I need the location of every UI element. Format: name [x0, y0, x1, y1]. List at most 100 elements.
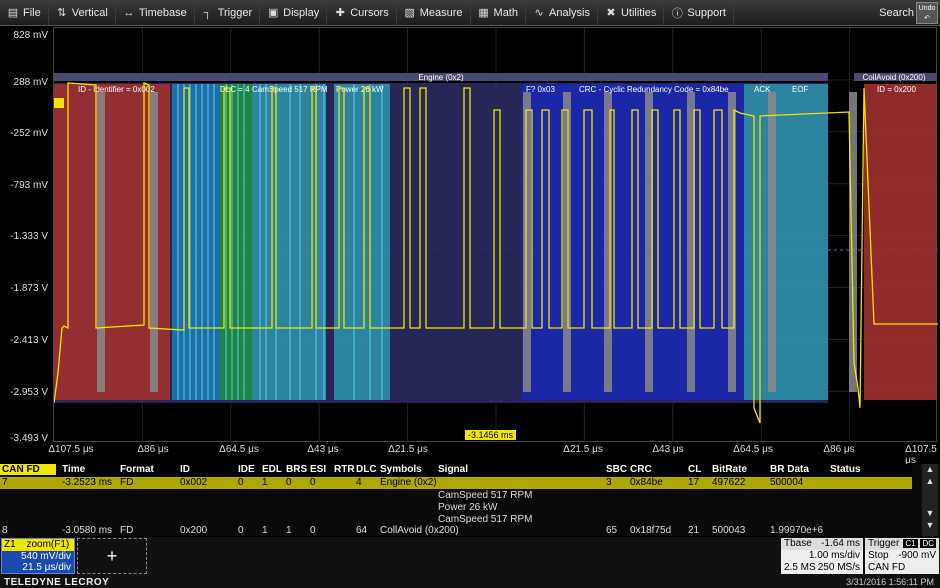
math-icon: ▦	[478, 7, 489, 19]
menu-label: File	[23, 6, 41, 19]
timebase-descriptor[interactable]: Tbase -1.64 ms 1.00 ms/div 2.5 MS 250 MS…	[781, 538, 863, 574]
table-header-row[interactable]: CAN FD Time Format ID IDE EDL BRS ESI RTR DLC Symb…	[0, 464, 912, 476]
scroll-down-icon-2[interactable]: ▼	[922, 508, 938, 518]
table-cell: CL	[688, 464, 702, 475]
tbase-row3: 2.5 MS 250 MS/s	[781, 562, 863, 574]
menu-file[interactable]: ▤ File	[0, 0, 49, 26]
stuff-bit-bar	[768, 92, 776, 392]
table-cell: 17	[688, 477, 700, 488]
trigger-label: Trigger	[868, 538, 900, 549]
table-cell: BR Data	[770, 464, 809, 475]
trigger-time-marker[interactable]: -3.1456 ms	[465, 430, 517, 440]
menu-cursors[interactable]: ✚ Cursors	[327, 0, 397, 26]
zoom-tdiv: 21.5 μs/div	[22, 562, 71, 573]
table-cell: 4	[356, 477, 362, 488]
trigger-row3: CAN FD	[865, 562, 939, 574]
trace-z1-marker	[54, 98, 64, 108]
x-tick-label: Δ86 μs	[823, 444, 855, 455]
add-trace-button[interactable]: +	[77, 538, 147, 574]
trigger-mode: Stop	[868, 550, 889, 561]
x-axis-labels: Δ107.5 μs Δ86 μs Δ64.5 μs Δ43 μs Δ21.5 μs Δ21…	[48, 444, 937, 466]
trigger-header: Trigger C1 DC	[865, 538, 939, 550]
table-cell: Time	[62, 464, 86, 475]
trigger-type: CAN FD	[868, 562, 906, 573]
stuff-bit-bar	[563, 92, 571, 392]
menu-support[interactable]: ⓘ Support	[664, 0, 734, 26]
undo-label: Undo	[918, 5, 936, 12]
eof-label: EOF	[792, 85, 809, 94]
trigger-channel-badge: C1	[903, 539, 918, 548]
y-tick-label: -2.953 V	[10, 387, 48, 398]
table-cell: 1.99970e+6	[770, 525, 824, 536]
x-tick-label: Δ64.5 μs	[219, 444, 259, 455]
table-cell: 0	[286, 477, 292, 488]
search-button[interactable]: Search	[879, 7, 914, 19]
table-cell: 500004	[770, 477, 804, 488]
table-cell: 7	[2, 477, 8, 488]
y-tick-label: -2.413 V	[10, 335, 48, 346]
tbase-rate: 250 MS/s	[817, 562, 860, 573]
table-cell: 64	[356, 525, 368, 536]
menu-timebase[interactable]: ↔ Timebase	[116, 0, 195, 26]
power-label: Power 26 kW	[336, 85, 384, 94]
table-cell: BitRate	[712, 464, 748, 475]
table-cell: Engine (0x2)	[380, 477, 437, 488]
table-cell: 0x18f75d	[630, 525, 672, 536]
signal-value: Power 26 kW	[438, 502, 498, 513]
menu-analysis[interactable]: ∿ Analysis	[526, 0, 598, 26]
waveform-plot[interactable]: Engine (0x2) CollAvoid (0x200) ID - Identi…	[53, 27, 938, 443]
table-cell: 0	[310, 525, 316, 536]
table-cell: Status	[830, 464, 861, 475]
table-scrollbar[interactable]: ▲ ▲ ▼ ▼	[922, 464, 938, 536]
menu-label: Measure	[419, 6, 463, 19]
ack-field	[744, 84, 828, 400]
id2-label: ID = 0x200	[877, 85, 916, 94]
table-cell: FD	[120, 477, 134, 488]
trigger-icon: ┐	[203, 6, 212, 19]
table-cell: -3.2523 ms	[62, 477, 113, 488]
frame-collavoid-label: CollAvoid (0x200)	[863, 73, 926, 82]
table-cell: RTR	[334, 464, 355, 475]
table-cell: SBC	[606, 464, 628, 475]
scroll-down-icon[interactable]: ▲	[922, 476, 938, 486]
table-row[interactable]: 7 -3.2523 ms FD 0x002 0 1 0 0 4 Engine (0x2) 3 0x84…	[0, 477, 912, 489]
table-cell: DLC	[356, 464, 377, 475]
scroll-bottom-icon[interactable]: ▼	[922, 520, 938, 530]
table-cell: FD	[120, 525, 134, 536]
camspeed-field	[252, 84, 326, 400]
x-tick-label: Δ43 μs	[652, 444, 684, 455]
stuff-bit-bar	[728, 92, 736, 392]
menu-measure[interactable]: ▧ Measure	[397, 0, 471, 26]
trigger-descriptor[interactable]: Trigger C1 DC Stop -900 mV CAN FD	[865, 538, 939, 574]
tbase-div: 1.00 ms/div	[808, 550, 860, 561]
menu-trigger[interactable]: ┐ Trigger	[195, 0, 261, 26]
table-cell: Signal	[438, 464, 469, 475]
table-cell: CRC	[630, 464, 652, 475]
menu-vertical[interactable]: ⇅ Vertical	[49, 0, 116, 26]
support-icon: ⓘ	[671, 7, 683, 20]
table-row[interactable]: 8 -3.0580 ms FD 0x200 0 1 1 0 64 CollAvoid (0x200…	[0, 525, 912, 537]
tbase-samples: 2.5 MS	[784, 562, 816, 573]
table-cell: 0x200	[180, 525, 208, 536]
menu-math[interactable]: ▦ Math	[471, 0, 526, 26]
trigger-coupling-badge: DC	[920, 539, 936, 548]
table-cell: ID	[180, 464, 190, 475]
menu-label: Support	[687, 6, 726, 19]
x-tick-label: Δ64.5 μs	[733, 444, 773, 455]
menu-label: Math	[493, 6, 518, 19]
table-cell: 3	[606, 477, 612, 488]
stuff-bit-bar	[604, 92, 612, 392]
y-axis-labels: 828 mV 288 mV -252 mV -793 mV -1.333 V -1.873…	[0, 27, 52, 447]
cursors-icon: ✚	[335, 7, 345, 19]
display-icon: ▣	[267, 7, 279, 19]
menu-utilities[interactable]: ✖ Utilities	[598, 0, 665, 26]
zoom-descriptor-z1[interactable]: Z1 zoom(F1) 540 mV/div 21.5 μs/div	[1, 538, 75, 574]
menu-label: Timebase	[138, 6, 187, 19]
table-cell: 1	[262, 525, 268, 536]
table-cell: 0	[310, 477, 316, 488]
menu-bar: ▤ File ⇅ Vertical ↔ Timebase ┐ Trigger ▣ Display ✚…	[0, 0, 940, 26]
scroll-up-icon[interactable]: ▲	[922, 464, 938, 474]
undo-button[interactable]: Undo ↶	[916, 2, 938, 24]
menu-display[interactable]: ▣ Display	[260, 0, 328, 26]
menu-label: Analysis	[549, 6, 590, 19]
